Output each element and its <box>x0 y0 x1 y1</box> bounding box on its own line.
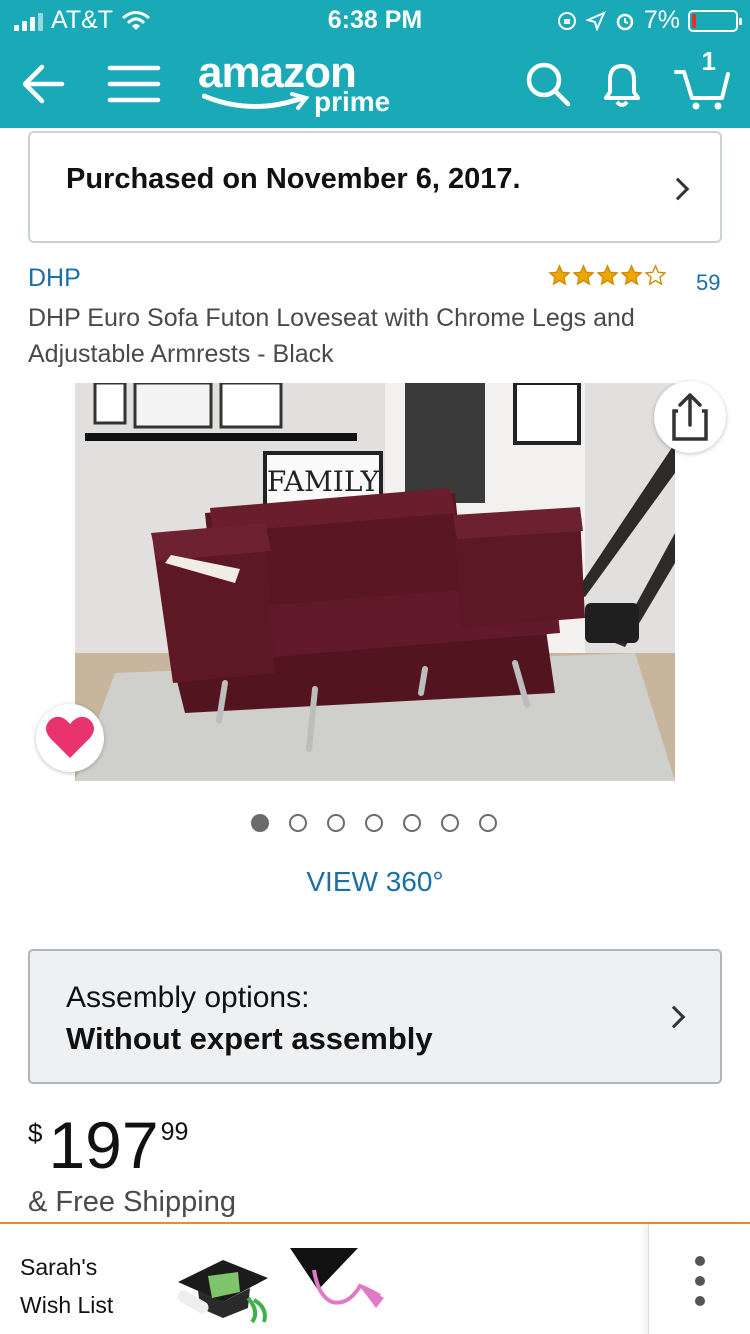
star-filled-icon <box>620 264 643 286</box>
sofa-photo: FAMILY <box>75 383 675 781</box>
search-icon[interactable] <box>518 54 578 114</box>
assembly-label: Assembly options: <box>66 981 310 1014</box>
battery-icon <box>688 9 742 32</box>
more-dot-icon <box>695 1296 705 1306</box>
view-360-link[interactable]: VIEW 360° <box>0 866 750 898</box>
location-icon <box>585 10 606 31</box>
heart-icon <box>46 716 94 758</box>
bell-icon[interactable] <box>592 54 652 114</box>
family-sign-text: FAMILY <box>267 465 380 498</box>
assembly-value: Without expert assembly <box>66 1021 433 1056</box>
brand-link[interactable]: DHP <box>28 264 81 293</box>
pager-dot[interactable] <box>327 814 345 832</box>
more-dot-icon <box>695 1276 705 1286</box>
logo-prime: prime <box>314 86 391 117</box>
cart-count: 1 <box>701 46 716 76</box>
status-bar: AT&T 6:38 PM 7% <box>0 0 750 40</box>
wishlist-item-graduation-cap-thumb[interactable] <box>168 1242 278 1326</box>
shipping-text: & Free Shipping <box>28 1186 236 1218</box>
price-fraction: 99 <box>160 1118 189 1146</box>
more-dot-icon <box>695 1256 705 1266</box>
review-count[interactable]: 59 <box>696 270 720 296</box>
wishlist-bar: Sarah's Wish List <box>0 1222 750 1334</box>
pager-dot[interactable] <box>403 814 421 832</box>
battery-percent: 7% <box>643 6 680 34</box>
star-filled-icon <box>548 264 571 286</box>
star-empty-icon <box>644 264 667 286</box>
alarm-icon <box>616 13 634 30</box>
assembly-options[interactable]: Assembly options: Without expert assembl… <box>28 949 722 1084</box>
wishlist-heart-button[interactable] <box>36 704 104 772</box>
pager-dot[interactable] <box>289 814 307 832</box>
back-arrow-icon[interactable] <box>14 54 74 114</box>
status-right: 7% <box>556 6 742 35</box>
wishlist-line-2: Wish List <box>20 1292 114 1318</box>
rotation-lock-icon <box>557 11 576 30</box>
product-title: DHP Euro Sofa Futon Loveseat with Chrome… <box>28 304 635 368</box>
menu-icon[interactable] <box>104 54 164 114</box>
purchased-notice[interactable]: Purchased on November 6, 2017. <box>28 131 722 243</box>
share-button[interactable] <box>654 381 726 453</box>
top-nav: amazon prime 1 <box>0 40 750 128</box>
wishlist-name[interactable]: Sarah's Wish List <box>20 1248 113 1324</box>
price-whole: 197 <box>48 1108 159 1182</box>
pager-dot[interactable] <box>251 814 269 832</box>
price: $ 197 99 <box>28 1108 188 1182</box>
smile-arrow-icon <box>202 92 310 110</box>
more-options-button[interactable] <box>648 1224 750 1334</box>
star-filled-icon <box>572 264 595 286</box>
amazon-prime-logo[interactable]: amazon prime <box>198 48 390 117</box>
pager-dot[interactable] <box>479 814 497 832</box>
wishlist-line-1: Sarah's <box>20 1254 98 1280</box>
wishlist-item-tassel-cap-thumb[interactable] <box>288 1246 388 1316</box>
purchased-text: Purchased on November 6, 2017. <box>66 163 521 195</box>
product-image[interactable]: FAMILY <box>75 383 675 781</box>
chevron-right-icon <box>662 1005 686 1029</box>
share-icon <box>672 393 708 441</box>
pager-dot[interactable] <box>441 814 459 832</box>
chevron-right-icon <box>666 177 690 201</box>
star-filled-icon <box>596 264 619 286</box>
rating-stars[interactable] <box>548 264 667 287</box>
price-currency: $ <box>28 1118 43 1148</box>
image-pager[interactable] <box>251 814 497 832</box>
pager-dot[interactable] <box>365 814 383 832</box>
